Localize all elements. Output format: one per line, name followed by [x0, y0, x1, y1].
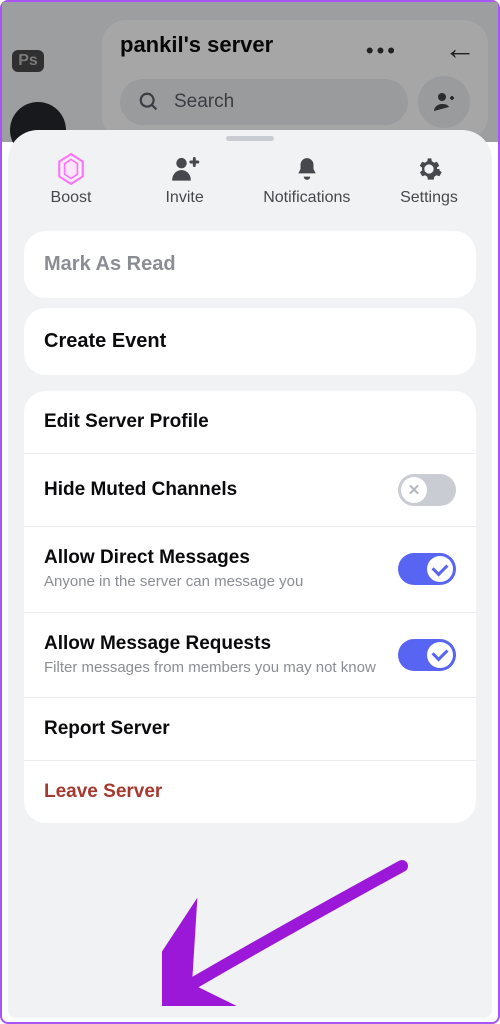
check-icon: [432, 645, 449, 662]
settings-action[interactable]: Settings: [394, 153, 464, 207]
server-actions-sheet: Boost Invite Notifications Settings: [8, 130, 492, 1018]
allow-req-toggle[interactable]: [398, 639, 456, 671]
allow-message-requests-row[interactable]: Allow Message Requests Filter messages f…: [24, 613, 476, 699]
create-event-button[interactable]: Create Event: [24, 308, 476, 375]
mark-as-read-button[interactable]: Mark As Read: [24, 231, 476, 298]
invite-action[interactable]: Invite: [150, 153, 220, 207]
boost-action[interactable]: Boost: [36, 153, 106, 207]
allow-dm-sublabel: Anyone in the server can message you: [44, 572, 386, 592]
allow-req-label: Allow Message Requests: [44, 633, 386, 655]
hide-muted-channels-row[interactable]: Hide Muted Channels ✕: [24, 454, 476, 527]
create-event-label: Create Event: [44, 330, 456, 353]
settings-label: Settings: [400, 189, 458, 207]
boost-icon: [57, 153, 85, 185]
allow-req-sublabel: Filter messages from members you may not…: [44, 658, 386, 678]
allow-dm-toggle[interactable]: [398, 553, 456, 585]
x-icon: ✕: [408, 481, 421, 499]
hide-muted-channels-label: Hide Muted Channels: [44, 479, 386, 501]
check-icon: [432, 559, 449, 576]
leave-server-row[interactable]: Leave Server: [24, 761, 476, 823]
leave-server-label: Leave Server: [44, 781, 162, 803]
invite-label: Invite: [165, 189, 203, 207]
edit-server-profile-row[interactable]: Edit Server Profile: [24, 391, 476, 454]
report-server-label: Report Server: [44, 718, 170, 740]
report-server-row[interactable]: Report Server: [24, 698, 476, 761]
notifications-action[interactable]: Notifications: [263, 153, 350, 207]
mark-as-read-label: Mark As Read: [44, 253, 456, 276]
gear-icon: [415, 155, 443, 183]
allow-dm-label: Allow Direct Messages: [44, 547, 386, 569]
hide-muted-toggle[interactable]: ✕: [398, 474, 456, 506]
boost-label: Boost: [51, 189, 92, 207]
edit-server-profile-label: Edit Server Profile: [44, 411, 209, 433]
bell-icon: [294, 155, 320, 183]
notifications-label: Notifications: [263, 189, 350, 207]
allow-dm-row[interactable]: Allow Direct Messages Anyone in the serv…: [24, 527, 476, 613]
server-settings-list: Edit Server Profile Hide Muted Channels …: [24, 391, 476, 823]
person-plus-icon: [170, 155, 200, 183]
